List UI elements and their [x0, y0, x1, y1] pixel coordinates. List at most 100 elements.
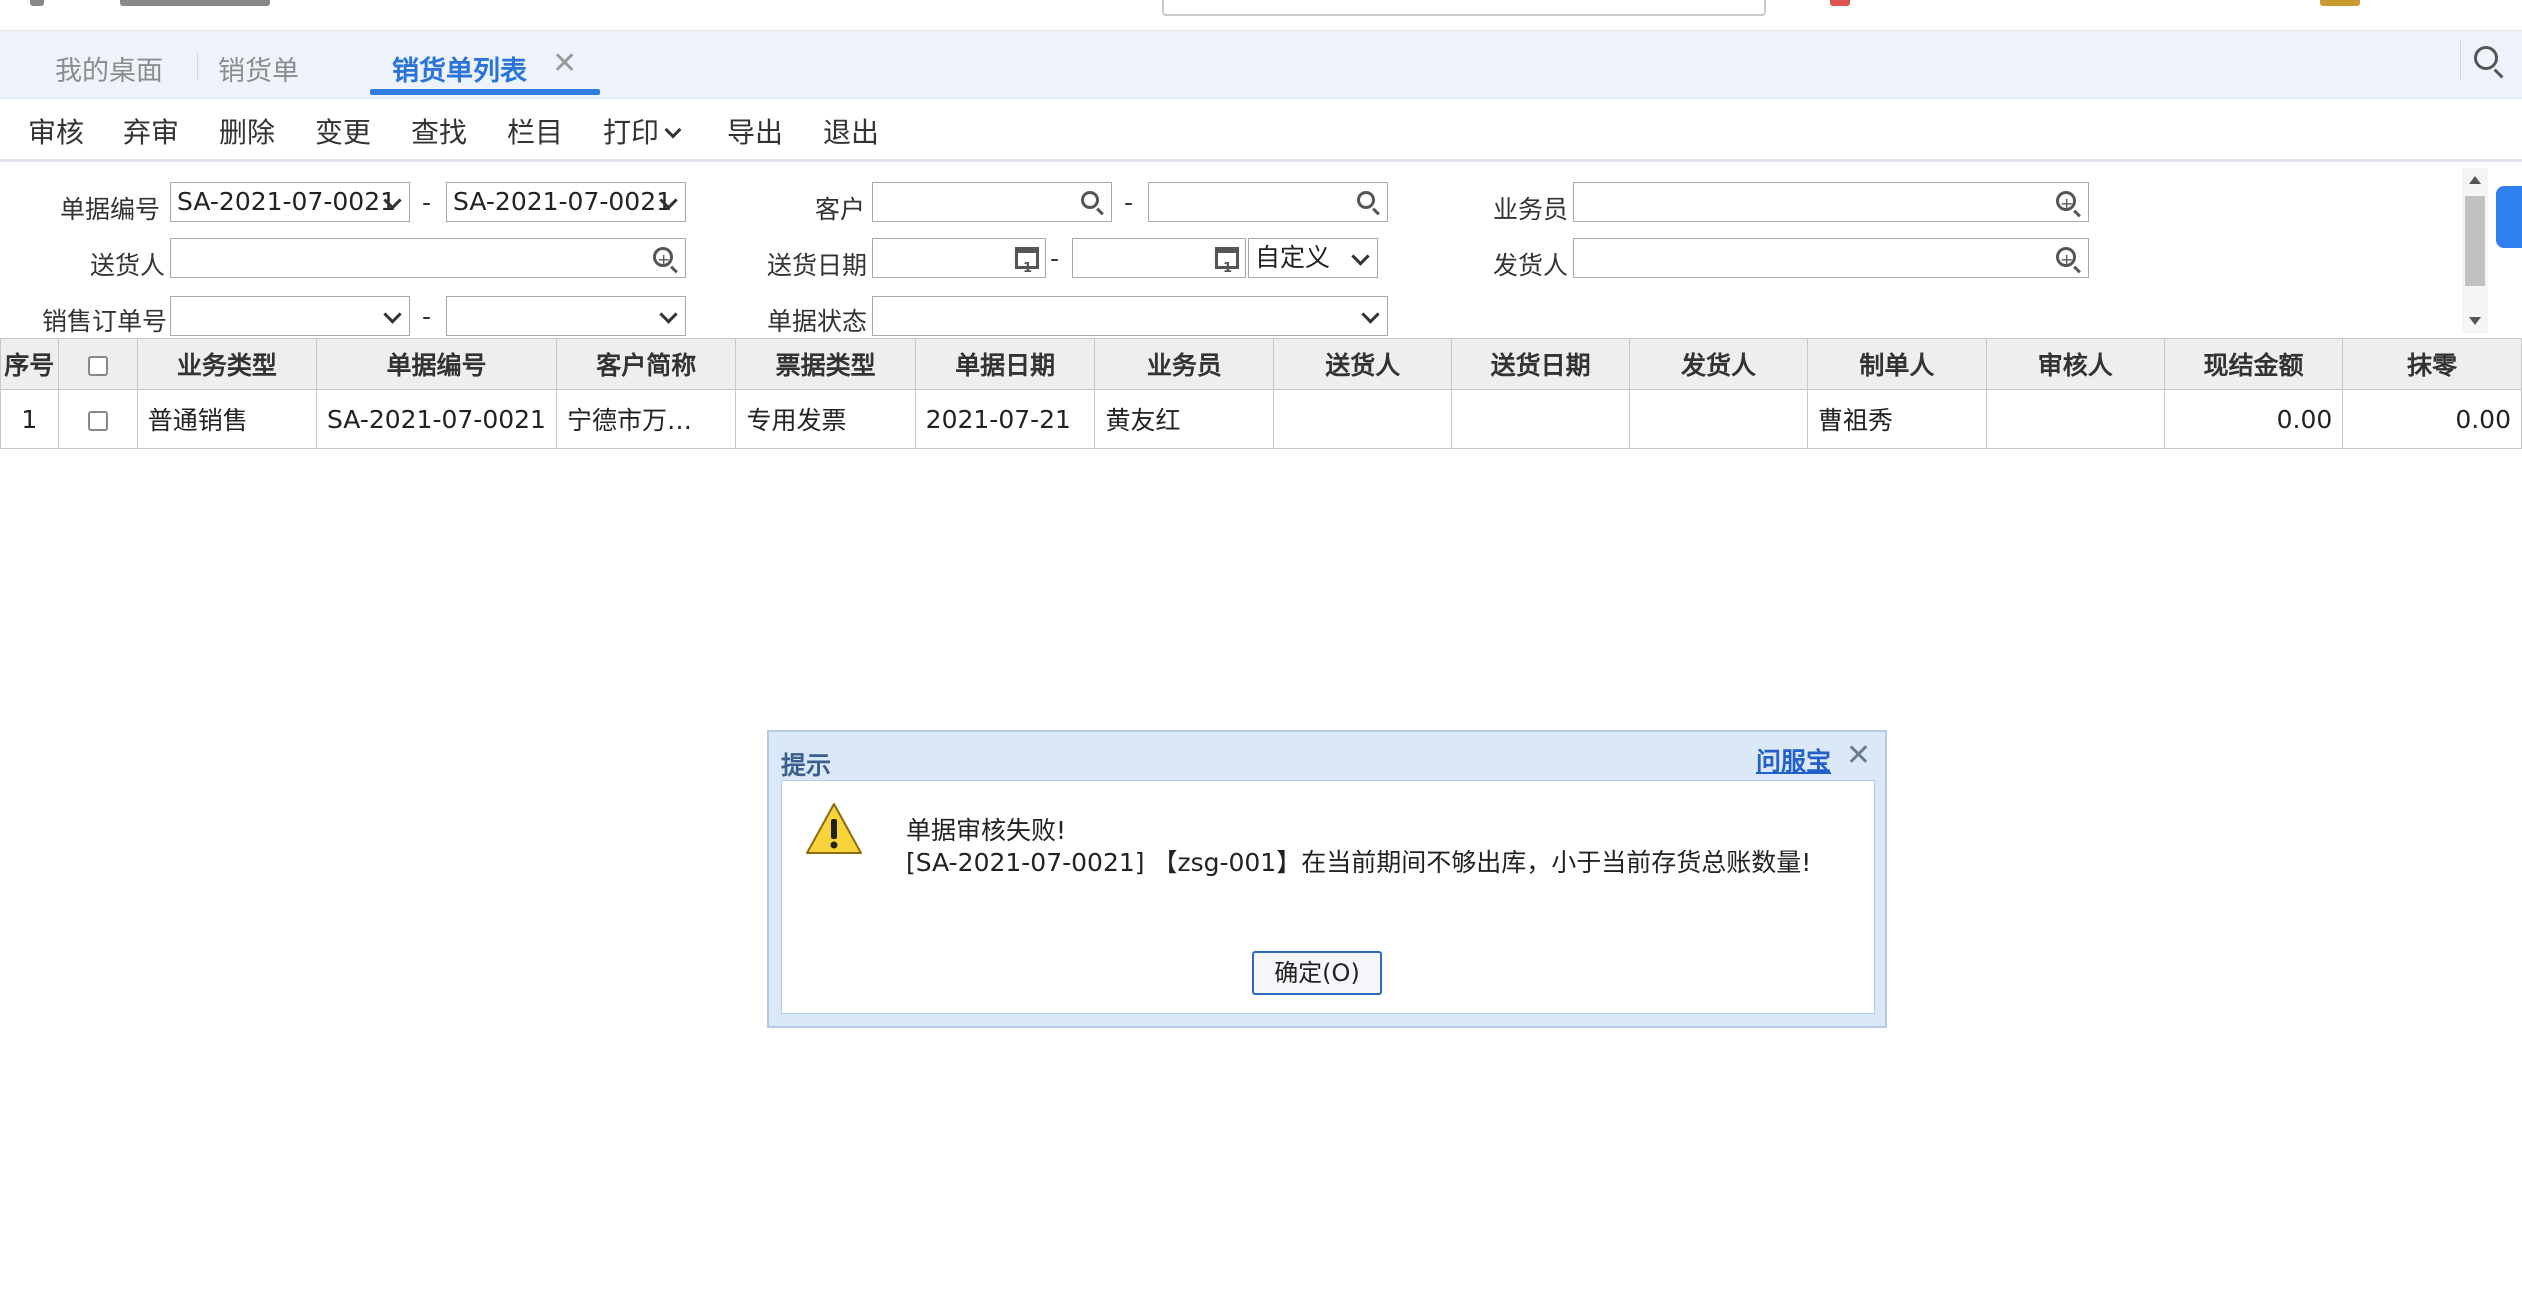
calendar-icon[interactable] — [1215, 247, 1239, 277]
sales-order-from-select[interactable] — [170, 296, 410, 336]
avatar[interactable] — [2320, 0, 2360, 6]
sales-delivery-grid: 序号 业务类型 单据编号 客户简称 票据类型 单据日期 业务员 送货人 送货日期… — [0, 338, 2522, 449]
tab-close-icon[interactable]: ✕ — [552, 49, 577, 79]
cell-auditor[interactable] — [1985, 389, 2165, 449]
doc-no-from-value: SA-2021-07-0021 — [177, 187, 397, 216]
cell-rounding[interactable]: 0.00 — [2342, 389, 2522, 449]
doc-no-to-select[interactable]: SA-2021-07-0021 — [446, 182, 686, 222]
user-search-icon[interactable] — [2056, 241, 2076, 277]
find-button[interactable]: 查找 — [411, 111, 467, 151]
col-header-doc-date[interactable]: 单据日期 — [914, 338, 1096, 390]
cell-delivery-date[interactable] — [1451, 389, 1631, 449]
tab-desktop[interactable]: 我的桌面 — [55, 49, 163, 88]
dialog-message-title: 单据审核失败! — [906, 816, 1067, 845]
col-header-delivery-date[interactable]: 送货日期 — [1451, 338, 1631, 390]
export-button[interactable]: 导出 — [727, 111, 783, 151]
row-checkbox[interactable] — [87, 410, 108, 431]
cell-customer[interactable]: 宁德市万… — [555, 389, 737, 449]
scroll-thumb[interactable] — [2465, 196, 2485, 286]
exit-button[interactable]: 退出 — [823, 111, 879, 151]
unaudit-button[interactable]: 弃审 — [123, 111, 179, 151]
shipper-field[interactable] — [1573, 238, 2089, 278]
cell-cash-amount[interactable]: 0.00 — [2163, 389, 2344, 449]
dialog-body: 单据审核失败! [SA-2021-07-0021] 【zsg-001】在当前期间… — [781, 780, 1875, 1014]
customer-to-field[interactable] — [1148, 182, 1388, 222]
delivery-date-to[interactable] — [1072, 238, 1246, 278]
search-icon[interactable] — [2474, 46, 2498, 70]
cell-biz-type[interactable]: 普通销售 — [136, 389, 317, 449]
delete-button[interactable]: 删除 — [219, 111, 275, 151]
col-header-creator[interactable]: 制单人 — [1807, 338, 1987, 390]
chevron-down-icon — [1361, 305, 1380, 324]
filter-scrollbar[interactable] — [2462, 168, 2488, 333]
range-dash: - — [422, 302, 432, 331]
print-label: 打印 — [603, 116, 660, 149]
cell-creator[interactable]: 曹祖秀 — [1807, 389, 1987, 449]
chevron-down-icon — [664, 121, 682, 139]
notify-icon[interactable] — [1830, 0, 1850, 6]
cell-deliverer[interactable] — [1273, 389, 1453, 449]
doc-no-to-value: SA-2021-07-0021 — [453, 187, 673, 216]
col-header-biz-type[interactable]: 业务类型 — [136, 338, 317, 390]
select-all-checkbox[interactable] — [87, 355, 108, 376]
tab-divider — [197, 53, 198, 81]
cell-doc-date[interactable]: 2021-07-21 — [914, 389, 1096, 449]
print-button[interactable]: 打印 — [603, 111, 682, 151]
alert-dialog: 提示 问服宝 ✕ 单据审核失败! [SA-2021-07-0021] 【zsg-… — [767, 730, 1887, 1028]
tab-sales-delivery[interactable]: 销货单 — [218, 49, 299, 88]
cell-salesperson[interactable]: 黄友红 — [1094, 389, 1275, 449]
dialog-message-detail: [SA-2021-07-0021] 【zsg-001】在当前期间不够出库，小于当… — [906, 848, 1812, 877]
cell-shipper[interactable] — [1629, 389, 1808, 449]
col-header-deliverer[interactable]: 送货人 — [1273, 338, 1453, 390]
calendar-icon[interactable] — [1015, 247, 1039, 277]
col-header-shipper[interactable]: 发货人 — [1629, 338, 1808, 390]
col-header-auditor[interactable]: 审核人 — [1985, 338, 2165, 390]
shipper-label: 发货人 — [1493, 251, 1569, 280]
col-header-select-all[interactable] — [57, 338, 138, 390]
side-query-button[interactable] — [2496, 186, 2522, 248]
doc-status-select[interactable] — [872, 296, 1388, 336]
col-header-rounding[interactable]: 抹零 — [2342, 338, 2522, 390]
change-button[interactable]: 变更 — [315, 111, 371, 151]
salesperson-field[interactable] — [1573, 182, 2089, 222]
doc-no-from-select[interactable]: SA-2021-07-0021 — [170, 182, 410, 222]
close-icon[interactable]: ✕ — [1846, 738, 1871, 773]
cell-select[interactable] — [57, 389, 138, 449]
col-header-customer[interactable]: 客户简称 — [555, 338, 737, 390]
user-search-icon[interactable] — [2056, 185, 2076, 221]
sales-order-to-select[interactable] — [446, 296, 686, 336]
cell-doc-no[interactable]: SA-2021-07-0021 — [315, 389, 557, 449]
search-icon[interactable] — [1357, 191, 1375, 209]
deliverer-field[interactable] — [170, 238, 686, 278]
help-link[interactable]: 问服宝 — [1756, 742, 1831, 778]
ok-button[interactable]: 确定(O) — [1252, 951, 1382, 995]
user-search-icon[interactable] — [653, 241, 673, 277]
table-header-row: 序号 业务类型 单据编号 客户简称 票据类型 单据日期 业务员 送货人 送货日期… — [0, 338, 2522, 390]
scroll-up-icon[interactable] — [2469, 176, 2481, 184]
range-dash: - — [1050, 244, 1060, 273]
audit-button[interactable]: 审核 — [28, 111, 84, 151]
col-header-invoice-type[interactable]: 票据类型 — [735, 338, 916, 390]
search-icon[interactable] — [1081, 191, 1099, 209]
col-header-cash-amount[interactable]: 现结金额 — [2163, 338, 2344, 390]
sales-order-label: 销售订单号 — [42, 307, 168, 336]
scroll-down-icon[interactable] — [2469, 317, 2481, 325]
chevron-down-icon — [1351, 247, 1370, 266]
delivery-date-label: 送货日期 — [767, 251, 868, 280]
columns-button[interactable]: 栏目 — [507, 111, 563, 151]
salesperson-label: 业务员 — [1493, 195, 1569, 224]
cell-seq: 1 — [0, 389, 59, 449]
col-header-doc-no[interactable]: 单据编号 — [315, 338, 557, 390]
tab-sales-delivery-list[interactable]: 销货单列表 — [392, 49, 527, 88]
customer-label: 客户 — [815, 195, 866, 224]
col-header-salesperson[interactable]: 业务员 — [1094, 338, 1275, 390]
col-header-seq[interactable]: 序号 — [0, 338, 59, 390]
range-dash: - — [422, 188, 432, 217]
cell-invoice-type[interactable]: 专用发票 — [735, 389, 916, 449]
date-range-select[interactable]: 自定义 — [1248, 238, 1378, 278]
customer-from-field[interactable] — [872, 182, 1112, 222]
global-search-box[interactable] — [1162, 0, 1766, 16]
range-dash: - — [1124, 188, 1134, 217]
delivery-date-from[interactable] — [872, 238, 1046, 278]
table-row[interactable]: 1 普通销售 SA-2021-07-0021 宁德市万… 专用发票 2021-0… — [0, 389, 2522, 449]
